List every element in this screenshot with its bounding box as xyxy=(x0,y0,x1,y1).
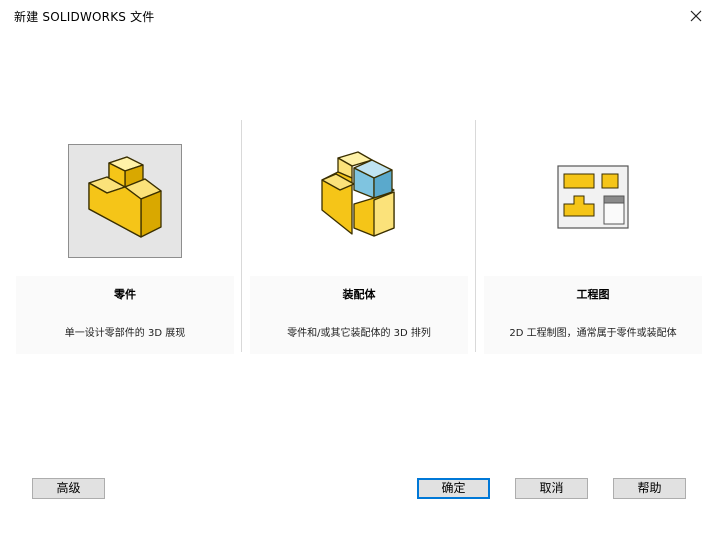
help-button[interactable]: 帮助 xyxy=(613,478,686,499)
assembly-icon xyxy=(302,144,416,258)
advanced-button[interactable]: 高级 xyxy=(32,478,105,499)
ok-button[interactable]: 确定 xyxy=(417,478,490,499)
option-part-name: 零件 xyxy=(114,288,136,301)
drawing-icon xyxy=(536,144,650,258)
option-part[interactable]: 零件 单一设计零部件的 3D 展现 xyxy=(16,128,234,354)
divider xyxy=(475,120,476,352)
option-drawing-description: 2D 工程制图，通常属于零件或装配体 xyxy=(509,328,677,339)
option-assembly[interactable]: 装配体 零件和/或其它装配体的 3D 排列 xyxy=(250,128,468,354)
part-icon xyxy=(68,144,182,258)
option-assembly-name: 装配体 xyxy=(342,288,376,301)
title-bar: 新建 SOLIDWORKS 文件 xyxy=(0,0,718,32)
window-title: 新建 SOLIDWORKS 文件 xyxy=(14,10,155,24)
close-icon[interactable] xyxy=(686,6,706,26)
divider xyxy=(241,120,242,352)
option-assembly-description: 零件和/或其它装配体的 3D 排列 xyxy=(287,328,431,339)
option-drawing-name: 工程图 xyxy=(576,288,610,301)
option-drawing[interactable]: 工程图 2D 工程制图，通常属于零件或装配体 xyxy=(484,128,702,354)
cancel-button[interactable]: 取消 xyxy=(515,478,588,499)
option-part-description: 单一设计零部件的 3D 展现 xyxy=(64,328,186,339)
